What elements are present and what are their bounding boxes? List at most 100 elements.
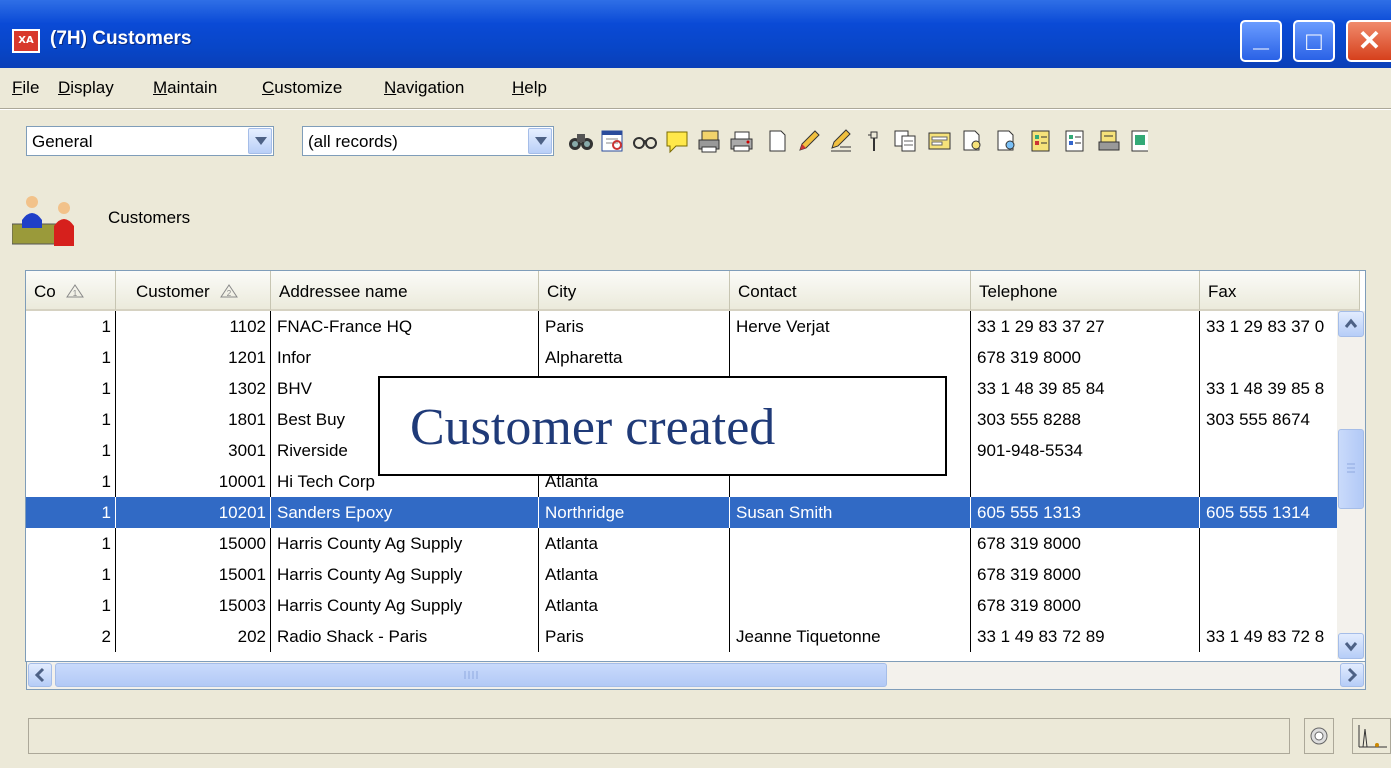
cell-fax: 33 1 29 83 37 0 bbox=[1200, 311, 1360, 342]
menu-bar: File Display Maintain Customize Navigati… bbox=[0, 68, 1391, 108]
cell-contact bbox=[730, 528, 971, 559]
browse-icon[interactable] bbox=[600, 128, 626, 154]
column-header-co[interactable]: Co 1 bbox=[26, 271, 116, 311]
minimize-icon: _ bbox=[1253, 21, 1269, 52]
doc-search-icon[interactable] bbox=[960, 128, 986, 154]
report4-icon[interactable] bbox=[1128, 128, 1148, 154]
report-icon[interactable] bbox=[1028, 128, 1054, 154]
table-row[interactable]: 2 202 Radio Shack - Paris Paris Jeanne Tique… bbox=[26, 621, 1360, 652]
glasses-icon[interactable] bbox=[632, 128, 658, 154]
cell-tel: 678 319 8000 bbox=[971, 342, 1200, 373]
cell-fax: 33 1 49 83 72 8 bbox=[1200, 621, 1360, 652]
edit-pencil-icon[interactable] bbox=[828, 128, 854, 154]
new-doc-icon[interactable] bbox=[764, 128, 790, 154]
cell-tel: 33 1 49 83 72 89 bbox=[971, 621, 1200, 652]
cell-customer: 15003 bbox=[116, 590, 271, 621]
cell-customer: 202 bbox=[116, 621, 271, 652]
cell-co: 1 bbox=[26, 311, 116, 342]
table-row[interactable]: 1 1102 FNAC-France HQ Paris Herve Verjat 33 1… bbox=[26, 311, 1360, 342]
cell-customer: 1302 bbox=[116, 373, 271, 404]
view-select[interactable]: General bbox=[26, 126, 274, 156]
cell-customer: 1801 bbox=[116, 404, 271, 435]
scroll-right-button[interactable] bbox=[1340, 663, 1364, 687]
cell-name: Radio Shack - Paris bbox=[271, 621, 539, 652]
menu-display[interactable]: Display bbox=[58, 78, 114, 98]
scroll-down-button[interactable] bbox=[1338, 633, 1364, 659]
filter-select[interactable]: (all records) bbox=[302, 126, 554, 156]
maximize-button[interactable]: □ bbox=[1293, 20, 1335, 62]
table-row[interactable]: 1 10201 Sanders Epoxy Northridge Susan Smith… bbox=[26, 497, 1360, 528]
cell-co: 1 bbox=[26, 435, 116, 466]
overlay-message: Customer created bbox=[410, 399, 776, 456]
vertical-scroll-thumb[interactable] bbox=[1338, 429, 1364, 509]
chevron-down-icon[interactable] bbox=[528, 128, 552, 154]
copy-icon[interactable] bbox=[892, 128, 918, 154]
cell-customer: 1201 bbox=[116, 342, 271, 373]
chevron-up-icon bbox=[1344, 318, 1358, 328]
table-row[interactable]: 1 15003 Harris County Ag Supply Atlanta 678 … bbox=[26, 590, 1360, 621]
cell-fax: 605 555 1314 bbox=[1200, 497, 1360, 528]
doc-search2-icon[interactable] bbox=[994, 128, 1020, 154]
print-stack-icon[interactable] bbox=[696, 128, 722, 154]
column-header-city[interactable]: City bbox=[539, 271, 730, 311]
horizontal-scrollbar[interactable] bbox=[26, 662, 1366, 690]
report3-icon[interactable] bbox=[1096, 128, 1122, 154]
column-header-customer[interactable]: Customer 2 bbox=[116, 271, 271, 311]
cell-tel: 678 319 8000 bbox=[971, 528, 1200, 559]
menu-file[interactable]: File bbox=[12, 78, 39, 98]
window-title: (7H) Customers bbox=[50, 28, 192, 49]
cell-fax: 33 1 48 39 85 8 bbox=[1200, 373, 1360, 404]
svg-text:2: 2 bbox=[227, 289, 232, 298]
minimize-button[interactable]: _ bbox=[1240, 20, 1282, 62]
table-row[interactable]: 1 15001 Harris County Ag Supply Atlanta 678 … bbox=[26, 559, 1360, 590]
close-button[interactable]: ✕ bbox=[1346, 20, 1391, 62]
cell-contact: Susan Smith bbox=[730, 497, 971, 528]
cell-tel: 678 319 8000 bbox=[971, 590, 1200, 621]
scroll-left-button[interactable] bbox=[28, 663, 52, 687]
cell-customer: 1102 bbox=[116, 311, 271, 342]
activity-icon[interactable] bbox=[1352, 718, 1391, 754]
tool-icon[interactable] bbox=[860, 128, 886, 154]
pencil-icon[interactable] bbox=[796, 128, 822, 154]
table-row[interactable]: 1 15000 Harris County Ag Supply Atlanta 678 … bbox=[26, 528, 1360, 559]
cell-name: Sanders Epoxy bbox=[271, 497, 539, 528]
vertical-scrollbar[interactable] bbox=[1337, 311, 1365, 659]
cell-tel: 303 555 8288 bbox=[971, 404, 1200, 435]
cell-fax: 303 555 8674 bbox=[1200, 404, 1360, 435]
cell-contact bbox=[730, 590, 971, 621]
menu-navigation[interactable]: Navigation bbox=[384, 78, 464, 98]
report2-icon[interactable] bbox=[1062, 128, 1088, 154]
form-icon[interactable] bbox=[926, 128, 952, 154]
menu-help[interactable]: Help bbox=[512, 78, 547, 98]
column-header-addressee[interactable]: Addressee name bbox=[271, 271, 539, 311]
cell-tel: 605 555 1313 bbox=[971, 497, 1200, 528]
menu-maintain[interactable]: Maintain bbox=[153, 78, 217, 98]
chevron-down-icon[interactable] bbox=[248, 128, 272, 154]
cell-co: 1 bbox=[26, 373, 116, 404]
printer-icon[interactable] bbox=[728, 128, 754, 154]
menu-customize[interactable]: Customize bbox=[262, 78, 342, 98]
cell-customer: 3001 bbox=[116, 435, 271, 466]
maximize-icon: □ bbox=[1306, 26, 1322, 56]
filter-select-value: (all records) bbox=[308, 132, 398, 151]
horizontal-scroll-thumb[interactable] bbox=[55, 663, 887, 687]
binoculars-icon[interactable] bbox=[568, 128, 594, 154]
cell-co: 1 bbox=[26, 342, 116, 373]
column-header-contact[interactable]: Contact bbox=[730, 271, 971, 311]
cell-name: Infor bbox=[271, 342, 539, 373]
cell-name: Harris County Ag Supply bbox=[271, 559, 539, 590]
chevron-down-icon bbox=[1344, 642, 1358, 652]
cell-customer: 15001 bbox=[116, 559, 271, 590]
column-header-telephone[interactable]: Telephone bbox=[971, 271, 1200, 311]
cell-co: 1 bbox=[26, 528, 116, 559]
column-header-fax[interactable]: Fax bbox=[1200, 271, 1360, 311]
cell-city: Atlanta bbox=[539, 590, 730, 621]
cell-name: FNAC-France HQ bbox=[271, 311, 539, 342]
cell-fax bbox=[1200, 559, 1360, 590]
table-row[interactable]: 1 1201 Infor Alpharetta 678 319 8000 bbox=[26, 342, 1360, 373]
note-icon[interactable] bbox=[664, 128, 690, 154]
connection-status-icon[interactable] bbox=[1304, 718, 1334, 754]
cell-name: Harris County Ag Supply bbox=[271, 590, 539, 621]
cell-contact: Herve Verjat bbox=[730, 311, 971, 342]
scroll-up-button[interactable] bbox=[1338, 311, 1364, 337]
